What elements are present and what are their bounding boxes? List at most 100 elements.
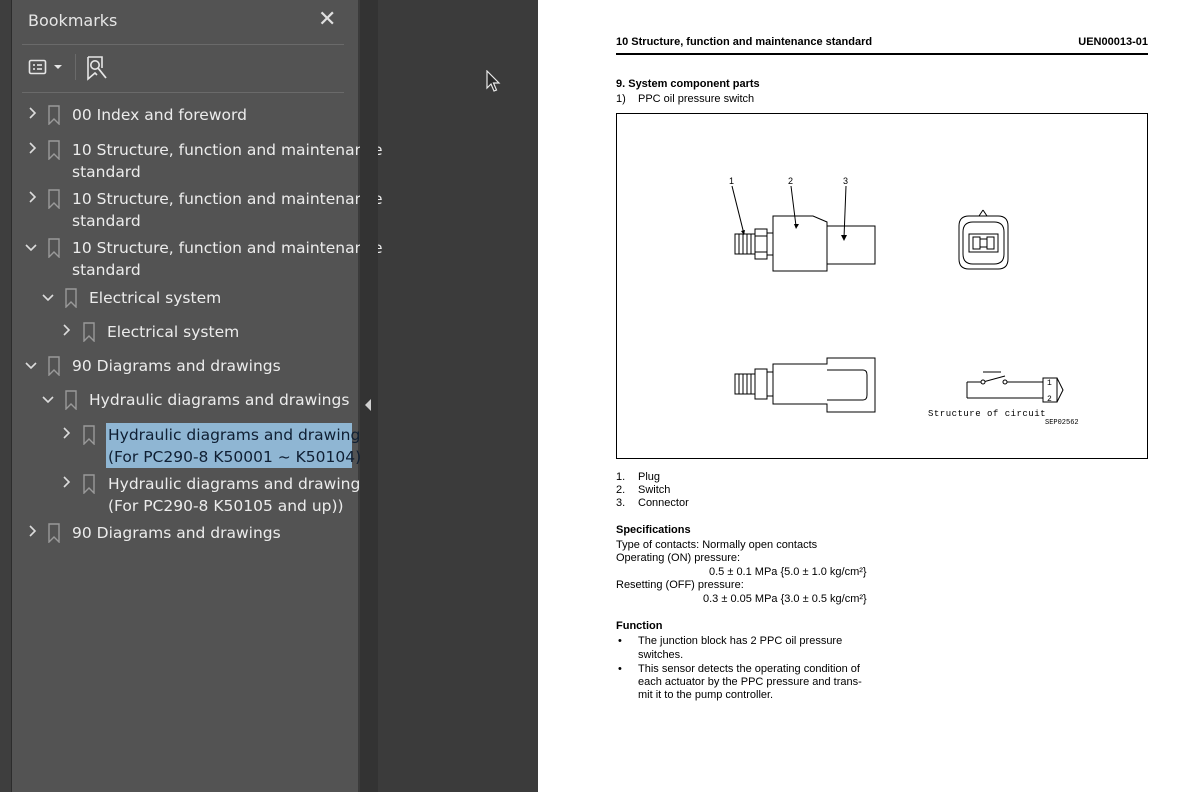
bookmark-label: Electrical system [107, 323, 240, 341]
parts-list-item: 1. Plug [616, 471, 661, 483]
function-text: This sensor detects the operating condit… [638, 663, 860, 675]
chevron-down-icon [42, 396, 54, 404]
chevron-right-icon [29, 525, 37, 537]
bookmark-icon [83, 322, 95, 342]
bookmark-label: Hydraulic diagrams and drawings [89, 391, 350, 409]
bookmark-label: 10 Structure, function and maintenance [72, 141, 383, 159]
bookmark-icon [48, 105, 60, 125]
function-text: each actuator by the PPC pressure and tr… [638, 676, 862, 688]
callout-3: 3 [843, 176, 848, 186]
chevron-down-icon [42, 294, 54, 302]
resetting-label: Resetting (OFF) pressure: [616, 579, 744, 591]
bookmark-item[interactable]: 90 Diagrams and drawings [12, 521, 352, 545]
bookmark-icon [48, 523, 60, 543]
bookmark-label: 90 Diagrams and drawings [72, 357, 281, 375]
collapse-arrow-icon[interactable] [365, 399, 371, 411]
terminal-1-label: 1 [1047, 379, 1052, 388]
figure-code: SEP02562 [1045, 419, 1079, 427]
page-header-code: UEN00013-01 [1078, 36, 1148, 48]
find-current-bookmark-icon [87, 56, 107, 81]
collapse-panel-handle[interactable] [360, 0, 378, 792]
chevron-right-icon [63, 427, 71, 439]
bookmark-item[interactable]: 10 Structure, function and maintenance s… [12, 236, 382, 282]
connector-end-view [958, 209, 1009, 270]
resetting-value: 0.3 ± 0.05 MPa {3.0 ± 0.5 kg/cm²} [703, 593, 867, 605]
mouse-pointer-icon [486, 70, 501, 92]
bookmark-label: Hydraulic diagrams and drawings [108, 426, 369, 444]
panel-edge-strip [0, 0, 12, 792]
divider [22, 44, 344, 45]
callout-1: 1 [729, 176, 734, 186]
bookmarks-panel: Bookmarks ✕ 00 Index and foreword 10 Str… [12, 0, 382, 792]
bookmark-item[interactable]: Electrical system [12, 320, 352, 344]
bookmark-icon [48, 140, 60, 160]
list-options-icon [28, 59, 62, 75]
bullet-dot: • [618, 635, 622, 647]
switch-side-view [734, 357, 876, 413]
chevron-down-icon [25, 362, 37, 370]
chevron-right-icon [63, 324, 71, 336]
function-text: switches. [638, 649, 684, 661]
bookmark-label: 90 Diagrams and drawings [72, 524, 281, 542]
bookmark-icon [48, 238, 60, 258]
bookmark-icon [65, 288, 77, 308]
function-heading: Function [616, 620, 663, 632]
document-page: 10 Structure, function and maintenance s… [538, 0, 1200, 792]
bookmark-icon [48, 356, 60, 376]
bookmark-label: standard [72, 212, 141, 230]
bookmark-label: 10 Structure, function and maintenance [72, 190, 383, 208]
bookmark-item[interactable]: 10 Structure, function and maintenance s… [12, 138, 382, 184]
ppc-switch-drawing: 1 2 3 1 2 Structure of circuit SEP02562 [729, 176, 1079, 427]
bookmark-item-selected[interactable]: Hydraulic diagrams and drawings (For PC2… [12, 423, 368, 469]
bookmark-item[interactable]: Hydraulic diagrams and drawings (For PC2… [12, 472, 368, 518]
bookmark-label: standard [72, 261, 141, 279]
bookmark-item[interactable]: Hydraulic diagrams and drawings [12, 388, 352, 412]
divider [22, 92, 344, 93]
bookmark-label: (For PC290-8 K50001 ~ K50104) [108, 448, 362, 466]
contact-type: Type of contacts: Normally open contacts [616, 539, 818, 551]
chevron-down-icon [25, 244, 37, 252]
specifications-heading: Specifications [616, 524, 691, 536]
bookmark-label: standard [72, 163, 141, 181]
switch-figure: 1 2 3 1 2 Structure of circuit SEP02562 [616, 113, 1148, 459]
bookmark-item[interactable]: Electrical system [12, 286, 352, 310]
bookmark-icon [83, 474, 95, 494]
page-header-title: 10 Structure, function and maintenance s… [616, 36, 873, 48]
bookmark-label: (For PC290-8 K50105 and up)) [108, 497, 344, 515]
section-title: 9. System component parts [616, 78, 760, 90]
subsection-number: 1) [616, 93, 626, 105]
parts-list-item: 2. Switch [616, 484, 671, 496]
bookmark-icon [83, 425, 95, 445]
bookmark-icon [65, 390, 77, 410]
bookmark-item[interactable]: 10 Structure, function and maintenance s… [12, 187, 382, 233]
operating-value: 0.5 ± 0.1 MPa {5.0 ± 1.0 kg/cm²} [709, 566, 867, 578]
chevron-right-icon [29, 142, 37, 154]
panel-title: Bookmarks [28, 11, 118, 30]
circuit-caption: Structure of circuit [928, 409, 1046, 419]
operating-label: Operating (ON) pressure: [616, 552, 741, 564]
bookmark-icon [48, 189, 60, 209]
chevron-right-icon [29, 191, 37, 203]
close-panel-button[interactable]: ✕ [318, 9, 336, 31]
header-rule [616, 53, 1148, 55]
bookmark-label: Electrical system [89, 289, 222, 307]
bookmark-item[interactable]: 00 Index and foreword [12, 103, 352, 127]
function-text: mit it to the pump controller. [638, 689, 774, 701]
chevron-right-icon [29, 107, 37, 119]
parts-list-item: 3. Connector [616, 497, 689, 509]
callout-2: 2 [788, 176, 793, 186]
toolbar-separator [75, 54, 76, 80]
find-current-bookmark-button[interactable] [84, 54, 110, 82]
bookmark-options-button[interactable] [28, 56, 68, 78]
bookmark-label: 00 Index and foreword [72, 106, 247, 124]
chevron-right-icon [63, 476, 71, 488]
bullet-dot: • [618, 663, 622, 675]
function-text: The junction block has 2 PPC oil pressur… [638, 635, 843, 647]
bookmark-label: Hydraulic diagrams and drawings [108, 475, 369, 493]
bookmark-label: 10 Structure, function and maintenance [72, 239, 383, 257]
terminal-2-label: 2 [1047, 395, 1052, 404]
subsection-heading: 1) PPC oil pressure switch [616, 93, 754, 105]
bookmark-item[interactable]: 90 Diagrams and drawings [12, 354, 352, 378]
close-icon: ✕ [318, 7, 337, 32]
subsection-title: PPC oil pressure switch [638, 93, 755, 105]
